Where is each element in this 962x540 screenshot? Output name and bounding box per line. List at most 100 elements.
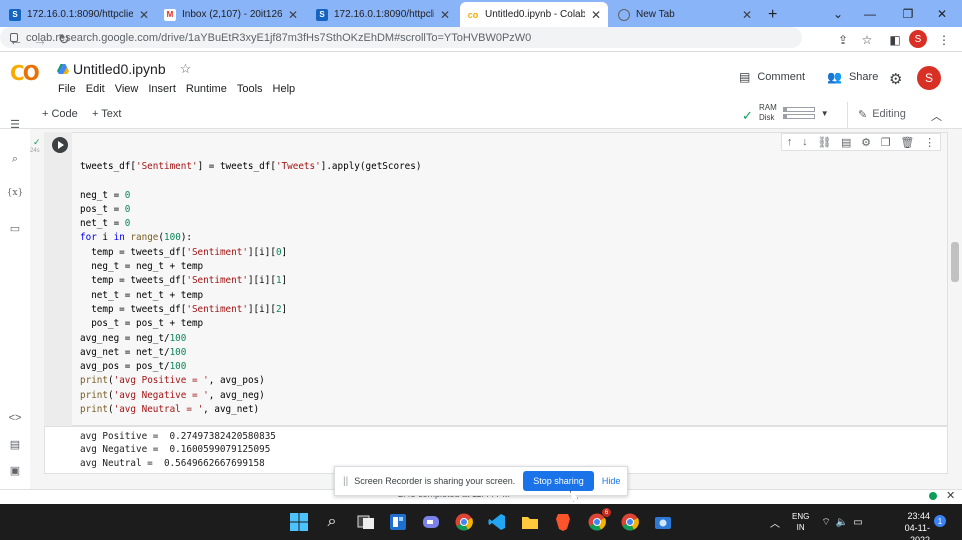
terminal-icon[interactable]: ▣ — [4, 461, 26, 479]
task-view-icon[interactable] — [354, 510, 378, 534]
cell-settings-icon[interactable]: ⚙ — [861, 136, 871, 149]
delete-cell-icon[interactable]: 🗑 — [900, 136, 914, 149]
bookmark-star-icon[interactable]: ☆ — [857, 27, 877, 52]
tab-3[interactable]: S 172.16.0.1:8090/httpclient ✕ — [309, 2, 457, 27]
ram-disk-indicator[interactable]: RAM Disk ▼ — [759, 103, 829, 123]
browser-menu-icon[interactable]: ⋮ — [934, 27, 954, 52]
side-panel-icon[interactable]: ◧ — [885, 27, 905, 52]
avatar[interactable]: S — [917, 66, 941, 90]
menu-runtime[interactable]: Runtime — [181, 83, 232, 95]
close-tab-icon[interactable]: ✕ — [591, 8, 601, 22]
camera-app-icon[interactable] — [651, 510, 675, 534]
tab-2[interactable]: M Inbox (2,107) - 20it126@ ✕ — [157, 2, 305, 27]
screen-recorder-banner: || Screen Recorder is sharing your scree… — [334, 466, 628, 496]
link-cell-icon[interactable]: ⛓ — [817, 136, 831, 149]
notification-center-icon[interactable]: 1 — [934, 515, 946, 527]
people-icon: 👥 — [827, 70, 842, 84]
run-cell-button[interactable] — [52, 137, 68, 153]
teams-chat-icon[interactable] — [419, 510, 443, 534]
menu-edit[interactable]: Edit — [81, 83, 110, 95]
code-editor[interactable]: tweets_df['Sentiment'] = tweets_df['Twee… — [80, 160, 421, 417]
minimize-icon[interactable]: — — [854, 0, 886, 27]
browser-toolbar: ← → ↻ colab.research.google.com/drive/1a… — [0, 27, 962, 52]
close-tab-icon[interactable]: ✕ — [139, 8, 149, 22]
chrome-profile-icon[interactable]: 6 — [585, 508, 611, 534]
chrome-profile-icon-2[interactable] — [618, 510, 642, 534]
code-line: neg_t = 0 — [80, 189, 131, 201]
menu-insert[interactable]: Insert — [143, 83, 181, 95]
chrome-icon[interactable] — [452, 510, 476, 534]
add-comment-icon[interactable]: ▤ — [841, 136, 851, 149]
menu-help[interactable]: Help — [268, 83, 301, 95]
language-indicator[interactable]: ENG IN — [792, 511, 809, 533]
close-tab-icon[interactable]: ✕ — [440, 8, 450, 22]
add-text-button[interactable]: + Text — [92, 108, 121, 120]
settings-gear-icon[interactable]: ⚙ — [889, 70, 902, 88]
code-snippets-icon[interactable]: <> — [4, 409, 26, 427]
editing-mode-button[interactable]: ✎ Editing — [858, 108, 906, 121]
move-cell-up-icon[interactable]: ↑ — [787, 136, 793, 148]
volume-icon[interactable]: 🔈 — [836, 517, 848, 528]
close-tab-icon[interactable]: ✕ — [742, 8, 752, 22]
more-options-icon[interactable]: ⋮ — [924, 136, 935, 149]
files-folder-icon[interactable]: ▭ — [4, 219, 26, 237]
profile-avatar[interactable]: S — [909, 30, 927, 48]
tab-1[interactable]: S 172.16.0.1:8090/httpclient ✕ — [2, 2, 156, 27]
tab-5[interactable]: New Tab ✕ — [611, 2, 759, 27]
output-line: avg Positive = 0.27497382420580835 — [80, 431, 276, 442]
tab-favicon-icon: S — [316, 8, 328, 21]
start-button[interactable] — [287, 510, 311, 534]
mirror-cell-icon[interactable]: ❐ — [881, 136, 891, 149]
add-code-button[interactable]: + Code — [42, 108, 78, 120]
new-tab-button[interactable]: + — [761, 2, 785, 27]
lock-icon — [10, 33, 18, 42]
output-text: avg Positive = 0.27497382420580835 avg Ne… — [80, 430, 276, 470]
runtime-dropdown-icon[interactable]: ▼ — [821, 109, 829, 118]
notebook-title[interactable]: Untitled0.ipynb ☆ — [57, 61, 191, 77]
address-bar[interactable]: colab.research.google.com/drive/1aYBuEtR… — [0, 27, 802, 48]
code-line: net_t = net_t + temp — [80, 289, 204, 301]
close-window-icon[interactable]: ✕ — [926, 0, 958, 27]
vscode-icon[interactable] — [485, 510, 509, 534]
menu-file[interactable]: File — [53, 83, 81, 95]
collapse-header-icon[interactable]: ︿ — [931, 108, 942, 124]
notification-badge: 6 — [602, 508, 611, 517]
variables-icon[interactable]: {x} — [4, 184, 26, 202]
recorder-message: Screen Recorder is sharing your screen. — [354, 476, 516, 486]
wifi-icon[interactable]: ⌔ — [821, 516, 830, 529]
search-icon[interactable]: ⌕ — [320, 510, 344, 534]
search-icon[interactable]: ⌕ — [4, 150, 26, 168]
reload-icon[interactable]: ↻ — [52, 27, 76, 52]
widgets-icon[interactable] — [386, 510, 410, 534]
show-hidden-icons-icon[interactable]: ︿ — [770, 515, 780, 530]
move-cell-down-icon[interactable]: ↓ — [802, 136, 808, 148]
maximize-icon[interactable]: ❐ — [892, 0, 924, 27]
tab-4[interactable]: co Untitled0.ipynb - Colabor ✕ — [460, 2, 608, 27]
tab-title: Inbox (2,107) - 20it126@ — [182, 9, 282, 20]
comment-button[interactable]: ▤ Comment — [739, 70, 805, 84]
share-button[interactable]: 👥 Share — [827, 70, 878, 84]
forward-icon[interactable]: → — [28, 27, 52, 52]
star-icon[interactable]: ☆ — [180, 61, 192, 77]
menu-view[interactable]: View — [110, 83, 144, 95]
colab-logo[interactable]: CO — [10, 61, 40, 85]
tab-favicon-icon — [618, 8, 630, 21]
tab-search-icon[interactable]: ⌄ — [822, 0, 854, 27]
stop-sharing-button[interactable]: Stop sharing — [523, 471, 594, 491]
file-explorer-icon[interactable] — [518, 510, 542, 534]
connected-check-icon: ✓ — [742, 108, 753, 123]
battery-icon[interactable]: ▭ — [853, 517, 862, 528]
command-palette-icon[interactable]: ▤ — [4, 435, 26, 453]
table-of-contents-icon[interactable]: ☰ — [4, 115, 26, 133]
drag-handle-icon[interactable]: || — [343, 476, 348, 487]
clock[interactable]: 23:44 04-11-2022 — [896, 510, 930, 540]
menu-tools[interactable]: Tools — [232, 83, 268, 95]
code-line: pos_t = 0 — [80, 203, 131, 215]
brave-browser-icon[interactable] — [551, 510, 575, 534]
close-status-icon[interactable]: ✕ — [946, 489, 955, 502]
scrollbar-thumb[interactable] — [951, 242, 959, 282]
share-page-icon[interactable]: ⇪ — [833, 27, 853, 52]
close-tab-icon[interactable]: ✕ — [288, 8, 298, 22]
hide-button[interactable]: Hide — [602, 476, 621, 486]
status-dot — [929, 492, 937, 500]
